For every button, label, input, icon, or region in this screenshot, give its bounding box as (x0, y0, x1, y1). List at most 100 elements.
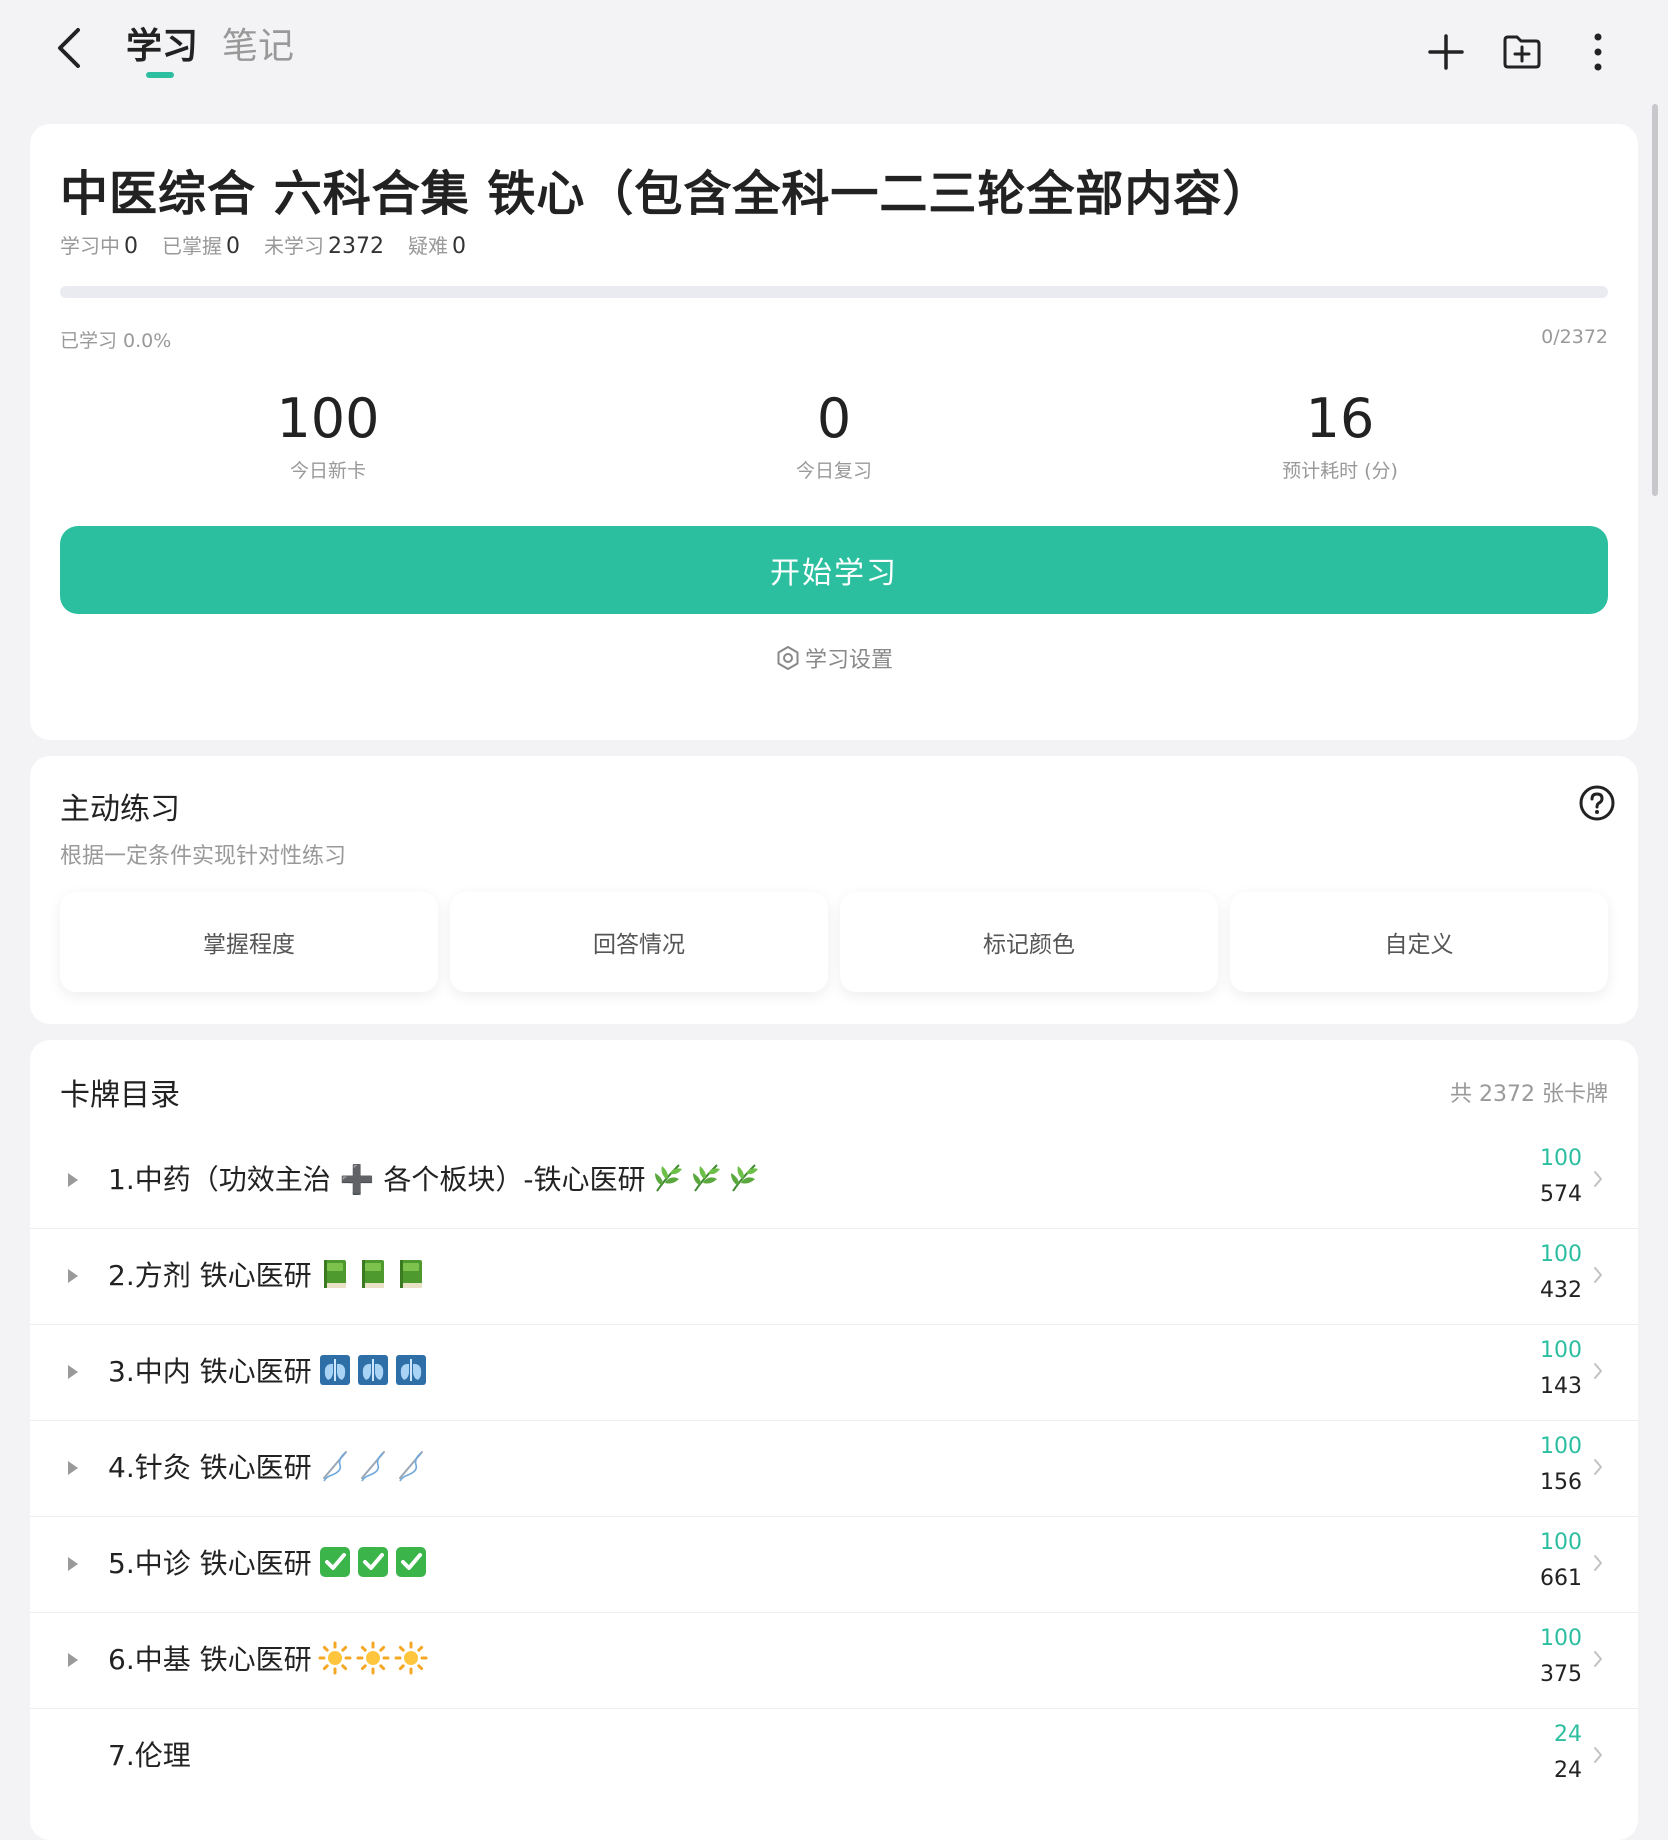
chevron-right-icon (1594, 1459, 1602, 1475)
xray-icon (318, 1353, 428, 1387)
catalog-count: 共 2372 张卡牌 (1450, 1082, 1608, 1107)
deck-row-name: 1.中药（功效主治 ➕ 各个板块）-铁心医研 (108, 1158, 761, 1198)
filter-color-button[interactable]: 标记颜色 (840, 892, 1218, 992)
deck-stats: 学习中 0 已掌握 0 未学习 2372 疑难 0 (60, 230, 466, 259)
deck-summary-card: 中医综合 六科合集 铁心（包含全科一二三轮全部内容） 学习中 0 已掌握 0 未学习… (30, 124, 1638, 740)
deck-row-total-count: 24 (1554, 1758, 1582, 1783)
deck-row-name: 2.方剂 铁心医研 (108, 1254, 428, 1294)
deck-row-total-count: 661 (1540, 1566, 1582, 1591)
deck-row-name: 4.针灸 铁心医研 (108, 1446, 428, 1486)
expand-triangle-icon[interactable] (66, 1362, 80, 1382)
chevron-right-icon (1594, 1363, 1602, 1379)
chevron-left-icon (58, 28, 80, 68)
deck-row[interactable]: 7.伦理 24 24 (30, 1708, 1638, 1804)
deck-row-label: 4.针灸 铁心医研 (108, 1451, 312, 1484)
add-button[interactable] (1418, 24, 1474, 80)
progress-count: 0/2372 (1541, 326, 1608, 348)
progress-bar (60, 286, 1608, 298)
stat-difficult: 疑难 0 (408, 234, 466, 259)
estimated-time-value: 16 (1305, 387, 1375, 450)
estimated-time-label: 预计耗时 (分) (1282, 460, 1398, 482)
deck-title: 中医综合 六科合集 铁心（包含全科一二三轮全部内容） (60, 166, 1272, 222)
help-button[interactable] (1578, 784, 1616, 822)
deck-row-name: 5.中诊 铁心医研 (108, 1542, 428, 1582)
deck-row[interactable]: 6.中基 铁心医研 100 375 (30, 1612, 1638, 1709)
card-catalog: 卡牌目录 共 2372 张卡牌 1.中药（功效主治 ➕ 各个板块）-铁心医研 10… (30, 1040, 1638, 1840)
deck-row-name: 3.中内 铁心医研 (108, 1350, 428, 1390)
folder-plus-icon (1503, 35, 1541, 69)
today-new-value: 100 (276, 387, 380, 450)
expand-triangle-icon[interactable] (66, 1650, 80, 1670)
expand-triangle-icon[interactable] (66, 1170, 80, 1190)
plus-icon (1428, 34, 1464, 70)
deck-row-name: 7.伦理 (108, 1734, 191, 1774)
more-vertical-icon (1594, 33, 1602, 71)
herb-icon (651, 1161, 761, 1195)
deck-row-new-count: 24 (1554, 1722, 1582, 1747)
deck-row-label: 5.中诊 铁心医研 (108, 1547, 312, 1580)
new-folder-button[interactable] (1494, 24, 1550, 80)
progress-percent: 已学习 0.0% (60, 330, 172, 352)
deck-row-label: 6.中基 铁心医研 (108, 1643, 312, 1676)
practice-title: 主动练习 (60, 792, 180, 827)
filter-custom-button[interactable]: 自定义 (1230, 892, 1608, 992)
check-icon (318, 1545, 428, 1579)
deck-row-label: 1.中药（功效主治 ➕ 各个板块）-铁心医研 (108, 1163, 646, 1196)
today-new-label: 今日新卡 (289, 460, 366, 482)
deck-row-label: 2.方剂 铁心医研 (108, 1259, 312, 1292)
help-icon (1579, 785, 1615, 821)
book-icon (318, 1257, 428, 1291)
active-practice-card: 主动练习 根据一定条件实现针对性练习 掌握程度 回答情况 标记颜色 自定义 (30, 756, 1638, 1024)
deck-row[interactable]: 5.中诊 铁心医研 100 661 (30, 1516, 1638, 1613)
today-review-label: 今日复习 (795, 460, 872, 482)
settings-icon (777, 646, 799, 670)
deck-row-new-count: 100 (1540, 1146, 1582, 1171)
stat-mastered: 已掌握 0 (162, 234, 240, 259)
deck-row-total-count: 156 (1540, 1470, 1582, 1495)
start-learning-button[interactable]: 开始学习 (60, 526, 1608, 614)
stat-unlearned: 未学习 2372 (264, 234, 384, 259)
deck-row-new-count: 100 (1540, 1338, 1582, 1363)
sun-icon (318, 1641, 428, 1675)
deck-row-name: 6.中基 铁心医研 (108, 1638, 428, 1678)
deck-row-new-count: 100 (1540, 1530, 1582, 1555)
deck-row-total-count: 574 (1540, 1182, 1582, 1207)
tab-learn[interactable]: 学习 (126, 24, 198, 70)
filter-answers-button[interactable]: 回答情况 (450, 892, 828, 992)
scrollbar[interactable] (1652, 104, 1658, 496)
filter-mastery-button[interactable]: 掌握程度 (60, 892, 438, 992)
chevron-right-icon (1594, 1747, 1602, 1763)
today-new-cards: 100 今日新卡 (178, 386, 478, 483)
deck-row-new-count: 100 (1540, 1626, 1582, 1651)
deck-row-total-count: 143 (1540, 1374, 1582, 1399)
deck-row[interactable]: 1.中药（功效主治 ➕ 各个板块）-铁心医研 100 574 (30, 1132, 1638, 1229)
active-tab-indicator (146, 72, 174, 78)
today-review: 0 今日复习 (684, 386, 984, 483)
chevron-right-icon (1594, 1651, 1602, 1667)
study-settings-label: 学习设置 (804, 648, 893, 673)
chevron-right-icon (1594, 1171, 1602, 1187)
expand-triangle-icon[interactable] (66, 1554, 80, 1574)
tab-notes[interactable]: 笔记 (222, 24, 294, 70)
needle-icon (318, 1449, 428, 1483)
deck-row[interactable]: 4.针灸 铁心医研 100 156 (30, 1420, 1638, 1517)
deck-row-total-count: 375 (1540, 1662, 1582, 1687)
chevron-right-icon (1594, 1267, 1602, 1283)
expand-triangle-icon[interactable] (66, 1458, 80, 1478)
deck-row[interactable]: 3.中内 铁心医研 100 143 (30, 1324, 1638, 1421)
deck-row-new-count: 100 (1540, 1434, 1582, 1459)
expand-triangle-icon[interactable] (66, 1266, 80, 1286)
today-review-value: 0 (816, 387, 852, 450)
estimated-time: 16 预计耗时 (分) (1190, 386, 1490, 483)
deck-row-new-count: 100 (1540, 1242, 1582, 1267)
back-button[interactable] (44, 20, 94, 76)
deck-row[interactable]: 2.方剂 铁心医研 100 432 (30, 1228, 1638, 1325)
practice-subtitle: 根据一定条件实现针对性练习 (60, 844, 347, 869)
deck-row-label: 3.中内 铁心医研 (108, 1355, 312, 1388)
top-bar: 学习 笔记 (0, 0, 1668, 100)
more-button[interactable] (1570, 24, 1626, 80)
chevron-right-icon (1594, 1555, 1602, 1571)
study-settings-link[interactable]: 学习设置 (30, 642, 1638, 674)
deck-row-label: 7.伦理 (108, 1739, 191, 1772)
deck-row-total-count: 432 (1540, 1278, 1582, 1303)
